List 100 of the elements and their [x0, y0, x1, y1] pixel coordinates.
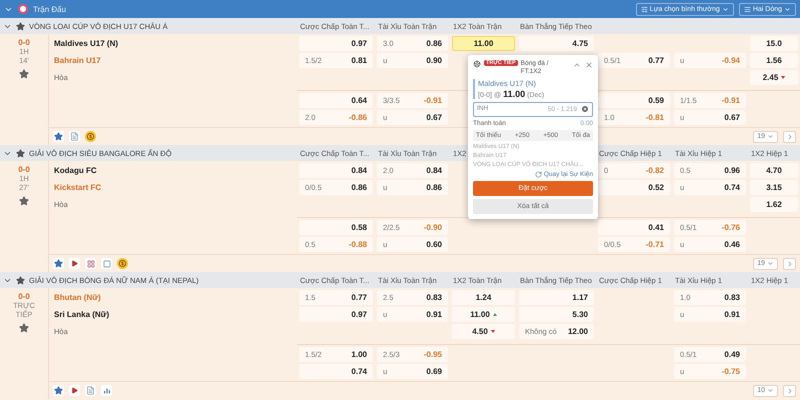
star-icon[interactable]: [19, 196, 29, 206]
chevron-down-icon: [767, 387, 774, 394]
odds-value: 4.70: [766, 166, 782, 175]
star-icon[interactable]: [16, 22, 25, 30]
lines-icon: [744, 6, 751, 12]
odds-value: 1.62: [766, 200, 782, 209]
favorite-star-icon[interactable]: [53, 258, 64, 269]
odds-value: 0.60: [426, 240, 442, 249]
odds-cell[interactable]: 0.84: [299, 163, 373, 178]
grid-icon[interactable]: [85, 258, 96, 269]
odds-cell[interactable]: 0.59: [598, 93, 670, 108]
odds-value: 0.74: [351, 367, 367, 376]
odds-value: 0.49: [724, 350, 740, 359]
odds-value: 0.69: [426, 367, 442, 376]
favorite-star-icon[interactable]: [53, 385, 64, 396]
odds-value: 0.59: [648, 96, 664, 105]
odds-cell[interactable]: 4.75: [519, 36, 594, 51]
odds-value: 0.96: [724, 166, 740, 175]
team-name: Bahrain U17: [54, 55, 102, 67]
odds-value: 0.83: [724, 293, 740, 302]
odds-cell[interactable]: 0.52: [598, 180, 670, 195]
odds-cell[interactable]: 1.24: [452, 290, 515, 305]
odds-value: 0.84: [426, 166, 442, 175]
bar-chart-icon[interactable]: [101, 385, 112, 396]
odds-value: -0.82: [646, 166, 664, 175]
odds-value: 0.84: [351, 166, 367, 175]
close-button[interactable]: [584, 60, 593, 69]
odds-cell[interactable]: 3.15: [750, 180, 798, 195]
document-icon[interactable]: [69, 131, 80, 142]
odds-cell[interactable]: 1.56: [750, 53, 798, 68]
odds-value: -0.90: [424, 223, 442, 232]
odds-value: 0.67: [724, 113, 740, 122]
odds-value: 0.41: [648, 223, 664, 232]
odds-value: 0.86: [351, 183, 367, 192]
odds-value: 0.46: [724, 240, 740, 249]
team-name: Kodagu FC: [54, 165, 98, 177]
odds-cell[interactable]: 11.00: [452, 36, 515, 51]
star-icon[interactable]: [19, 69, 29, 79]
odds-cell[interactable]: 0.58: [299, 220, 373, 235]
odds-cell[interactable]: 0.97: [299, 36, 373, 51]
star-icon[interactable]: [19, 323, 29, 333]
odds-value: 5.30: [572, 310, 588, 319]
star-icon[interactable]: [16, 148, 25, 158]
odds-value: 1.56: [766, 56, 782, 65]
coin-icon[interactable]: [117, 258, 128, 269]
odds-value: 0.91: [426, 310, 442, 319]
odds-cell[interactable]: 0.97: [299, 307, 373, 322]
coin-icon[interactable]: [85, 131, 96, 142]
odds-value: -0.76: [722, 223, 740, 232]
odds-value: 4.75: [572, 39, 588, 48]
odds-value: 0.64: [351, 96, 367, 105]
odds-cell[interactable]: 0.64: [299, 93, 373, 108]
odds-value: 0.97: [351, 39, 367, 48]
odds-cell[interactable]: 4.70: [750, 163, 798, 178]
odds-value: 0.77: [648, 56, 664, 65]
odds-cell[interactable]: 15.0: [750, 36, 798, 51]
odds-value: -0.91: [722, 96, 740, 105]
odds-value: 0.52: [648, 183, 664, 192]
chevron-down-icon: [784, 6, 791, 12]
odds-cell[interactable]: 5.30: [519, 307, 594, 322]
odds-value: 15.0: [766, 39, 782, 48]
odds-value: 0.90: [426, 56, 442, 65]
team-name: Kickstart FC: [54, 182, 102, 194]
odds-cell[interactable]: 0.74: [299, 364, 373, 379]
odds-cell[interactable]: 2.45: [750, 70, 798, 85]
odds-value: 4.50: [472, 327, 488, 336]
odds-value: 1.17: [572, 293, 588, 302]
odds-value: 0.77: [351, 293, 367, 302]
odds-value: 0.81: [351, 56, 367, 65]
odds-value: 0.91: [724, 310, 740, 319]
odds-cell[interactable]: 0.41: [598, 220, 670, 235]
odds-value: -0.86: [348, 113, 367, 122]
odds-value: 0.58: [351, 223, 367, 232]
odds-value: -0.91: [424, 96, 442, 105]
team-name: Bhutan (Nữ): [54, 292, 102, 304]
match-score: 0-0: [18, 165, 30, 174]
odds-value: -0.95: [424, 350, 442, 359]
odds-value: 0.83: [426, 293, 442, 302]
favorite-star-icon[interactable]: [53, 131, 64, 142]
odds-value: 1.00: [351, 350, 367, 359]
odds-cell[interactable]: 4.50: [452, 324, 515, 339]
play-icon[interactable]: [69, 258, 80, 269]
odds-cell[interactable]: 1.62: [750, 197, 798, 212]
page-title: Trận Đấu: [33, 4, 66, 14]
chevron-down-icon: [767, 260, 774, 267]
chevron-down-icon: [767, 133, 774, 140]
document-icon[interactable]: [85, 385, 96, 396]
odds-cell[interactable]: 1.17: [519, 290, 594, 305]
odds-value: -0.94: [722, 56, 740, 65]
odds-cell[interactable]: 11.00: [452, 307, 515, 322]
odds-value: 0.86: [426, 39, 442, 48]
odds-value: -0.88: [348, 240, 367, 249]
chevron-down-icon: [722, 6, 729, 12]
odds-value: 11.00: [470, 310, 490, 319]
star-icon[interactable]: [16, 276, 25, 284]
odds-value: 11.00: [474, 39, 494, 48]
odds-value: -0.81: [646, 113, 664, 122]
odds-value: 1.24: [476, 293, 492, 302]
refresh-icon: [534, 171, 542, 178]
play-icon[interactable]: [69, 385, 80, 396]
